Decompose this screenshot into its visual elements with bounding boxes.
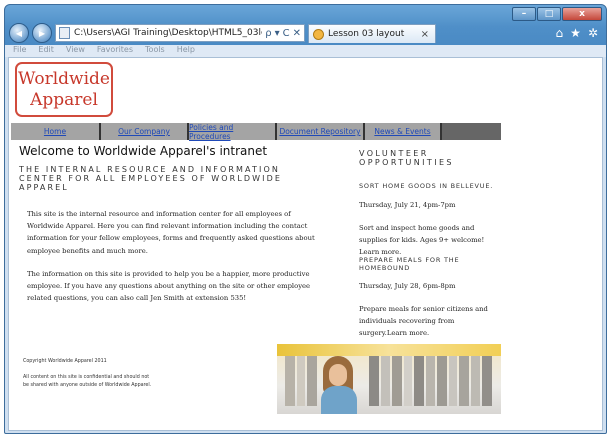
address-text: C:\Users\AGI Training\Desktop\HTML5_03le… bbox=[74, 28, 262, 38]
page-subtitle: The internal resource and information ce… bbox=[19, 165, 283, 192]
copyright: Copyright Worldwide Apparel 2011 bbox=[23, 359, 107, 364]
dropdown-icon[interactable]: ▾ bbox=[275, 28, 280, 39]
menu-favorites[interactable]: Favorites bbox=[97, 45, 133, 57]
address-bar[interactable]: C:\Users\AGI Training\Desktop\HTML5_03le… bbox=[55, 24, 305, 42]
menu-file[interactable]: File bbox=[13, 45, 26, 57]
menu-edit[interactable]: Edit bbox=[38, 45, 54, 57]
page-viewport: Worldwide Apparel Home Our Company Polic… bbox=[8, 57, 603, 431]
maximize-button[interactable]: □ bbox=[537, 7, 561, 21]
nav-filler bbox=[442, 123, 501, 140]
gear-icon[interactable]: ✲ bbox=[588, 26, 598, 40]
browser-window: – □ x ◀ ▶ C:\Users\AGI Training\Desktop\… bbox=[4, 4, 607, 434]
home-icon[interactable]: ⌂ bbox=[556, 26, 564, 40]
caption-buttons: – □ x bbox=[512, 7, 602, 21]
logo: Worldwide Apparel bbox=[15, 62, 113, 117]
browser-toolbar: ◀ ▶ C:\Users\AGI Training\Desktop\HTML5_… bbox=[5, 21, 606, 45]
page-title: Welcome to Worldwide Apparel's intranet bbox=[19, 144, 268, 158]
tab-close-icon[interactable]: × bbox=[421, 29, 429, 40]
menu-tools[interactable]: Tools bbox=[145, 45, 165, 57]
back-button[interactable]: ◀ bbox=[9, 23, 29, 43]
disclaimer: All content on this site is confidential… bbox=[23, 375, 152, 388]
refresh-icon[interactable]: C bbox=[283, 28, 290, 39]
page-icon bbox=[59, 27, 70, 39]
nav-news-events[interactable]: News & Events bbox=[365, 123, 442, 140]
close-button[interactable]: x bbox=[562, 7, 602, 21]
logo-line-1: Worldwide bbox=[18, 69, 110, 89]
search-icon[interactable]: ρ bbox=[265, 28, 271, 39]
event-1-date: Thursday, July 21, 4pm-7pm bbox=[359, 201, 456, 209]
nav-policies[interactable]: Policies and Procedures bbox=[189, 123, 277, 141]
nav-home[interactable]: Home bbox=[11, 123, 101, 140]
nav-document-repository[interactable]: Document Repository bbox=[277, 123, 365, 140]
ie-icon bbox=[313, 28, 324, 40]
tab-lesson-03[interactable]: Lesson 03 layout × bbox=[308, 24, 436, 43]
event-1-heading: Sort home goods in Bellevue. bbox=[359, 182, 494, 190]
nav-our-company[interactable]: Our Company bbox=[101, 123, 189, 140]
menu-bar: File Edit View Favorites Tools Help bbox=[5, 45, 606, 57]
footer-photo bbox=[277, 344, 501, 414]
favorites-star-icon[interactable]: ★ bbox=[570, 26, 581, 40]
minimize-button[interactable]: – bbox=[512, 7, 536, 21]
menu-view[interactable]: View bbox=[66, 45, 85, 57]
event-2-description: Prepare meals for senior citizens and in… bbox=[359, 305, 488, 338]
tab-title: Lesson 03 layout bbox=[328, 29, 405, 39]
site-nav: Home Our Company Policies and Procedures… bbox=[11, 123, 501, 141]
logo-line-2: Apparel bbox=[30, 90, 98, 110]
event-2-heading: Prepare meals for the homebound bbox=[359, 256, 460, 272]
event-1-description: Sort and inspect home goods and supplies… bbox=[359, 224, 485, 257]
stop-icon[interactable]: ✕ bbox=[293, 28, 301, 39]
forward-arrow-icon: ▶ bbox=[38, 28, 46, 38]
info-paragraph: The information on this site is provided… bbox=[27, 270, 311, 303]
intro-paragraph: This site is the internal resource and i… bbox=[27, 210, 315, 255]
back-arrow-icon: ◀ bbox=[15, 28, 23, 38]
forward-button[interactable]: ▶ bbox=[32, 23, 52, 43]
sidebar-title: Volunteer Opportunities bbox=[359, 149, 454, 167]
menu-help[interactable]: Help bbox=[177, 45, 195, 57]
event-2-date: Thursday, July 28, 6pm-8pm bbox=[359, 282, 456, 290]
